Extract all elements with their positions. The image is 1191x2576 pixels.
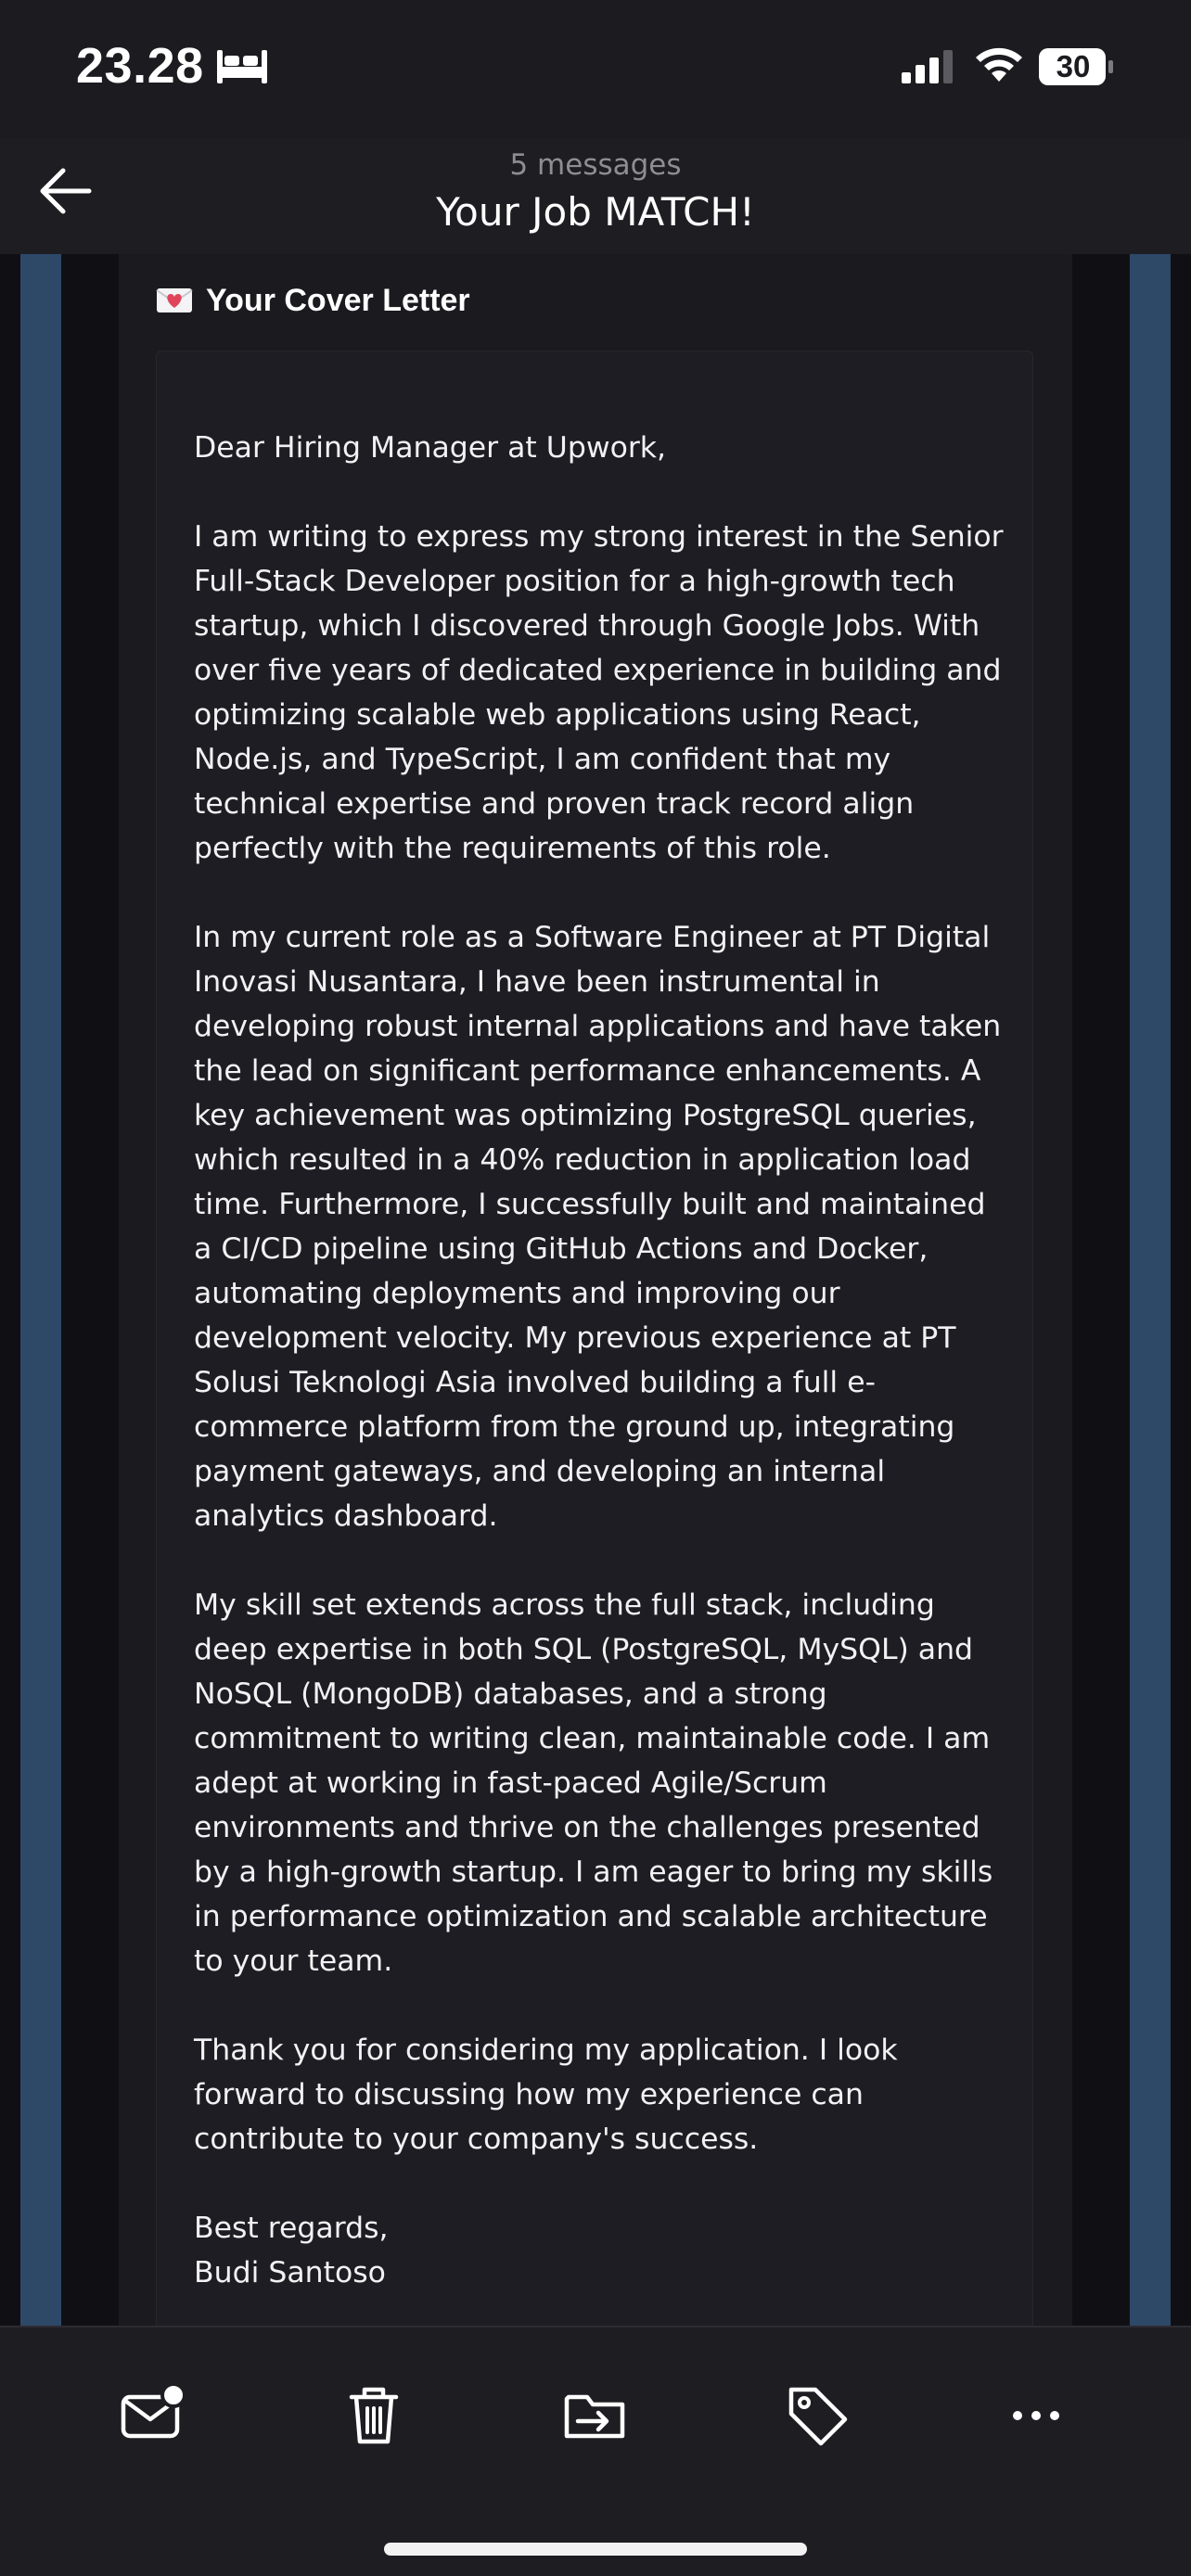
letter-paragraph: In my current role as a Software Enginee… [194,921,1002,1533]
tag-icon [788,2387,848,2446]
thread-title: Your Job MATCH! [436,189,755,235]
more-actions-button[interactable] [994,2374,1078,2457]
right-gutter [1072,254,1130,2326]
battery-level: 30 [1056,49,1091,83]
cover-letter-heading: Your Cover Letter [156,280,470,321]
home-indicator[interactable] [384,2543,807,2556]
left-accent-strip [20,254,61,2326]
letter-signature: Budi Santoso [194,2256,386,2289]
thread-header: 5 messages Your Job MATCH! [0,139,1191,254]
mark-unread-button[interactable] [111,2374,195,2457]
status-time: 23.28 [76,38,204,94]
trash-icon [349,2387,399,2444]
right-margin [1171,254,1191,2326]
tag-button[interactable] [775,2374,859,2457]
message-count: 5 messages [509,148,682,182]
status-bar: 23.28 30 [0,0,1191,139]
left-gutter [61,254,119,2326]
email-body[interactable]: Your Cover Letter Dear Hiring Manager at… [0,254,1191,2326]
delete-button[interactable] [332,2374,416,2457]
love-letter-icon [156,288,193,312]
bottom-toolbar [0,2326,1191,2576]
letter-paragraph: My skill set extends across the full sta… [194,1588,993,1978]
right-accent-strip [1130,254,1171,2326]
cellular-signal-icon [902,50,953,83]
section-heading-text: Your Cover Letter [206,282,470,318]
more-icon [1013,2411,1059,2420]
letter-paragraph: I am writing to express my strong intere… [194,520,1004,865]
letter-greeting: Dear Hiring Manager at Upwork, [194,431,667,465]
letter-paragraph: Thank you for considering my application… [194,2034,898,2156]
move-to-folder-icon [564,2394,625,2439]
wifi-icon [976,47,1022,82]
back-arrow-icon[interactable] [33,158,100,224]
sleep-focus-icon [217,50,267,83]
mail-app-screen: 23.28 30 5 messages Your Job MATCH! Your… [0,0,1191,2576]
mail-unread-icon [121,2382,186,2439]
cover-letter-text: Dear Hiring Manager at Upwork, I am writ… [194,426,1010,2295]
letter-closing: Best regards, [194,2212,389,2245]
move-button[interactable] [553,2374,636,2457]
cover-letter-box: Dear Hiring Manager at Upwork, I am writ… [156,351,1033,2326]
left-margin [0,254,20,2326]
